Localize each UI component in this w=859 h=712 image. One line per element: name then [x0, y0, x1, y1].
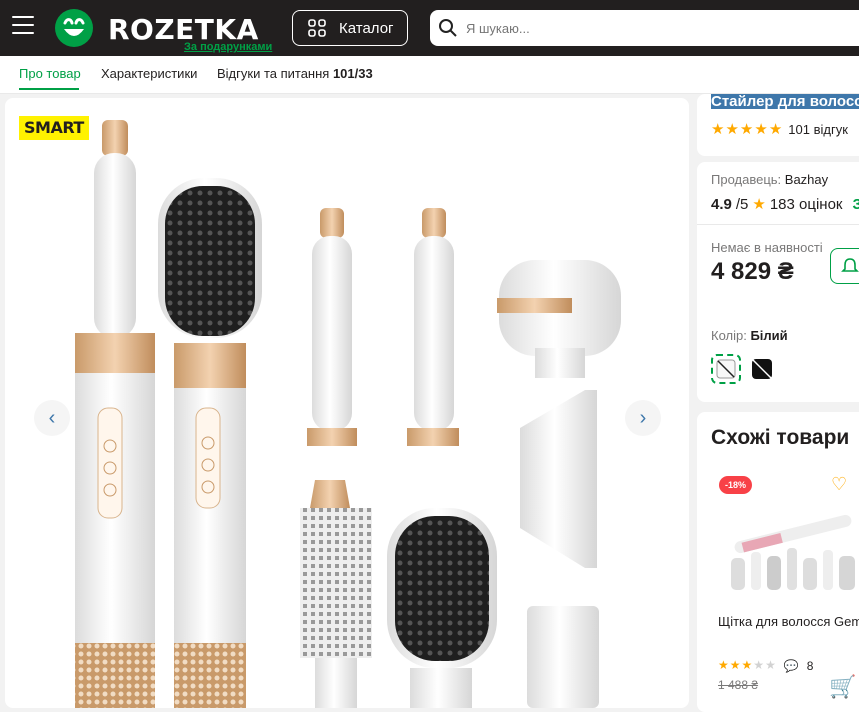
star-icon: ★ [754, 121, 768, 138]
prev-image-button[interactable]: ‹ [34, 400, 70, 436]
seller-name[interactable]: Bazhay [785, 172, 828, 187]
catalog-button[interactable]: Каталог [292, 10, 408, 46]
menu-icon[interactable] [12, 16, 34, 36]
color-card: Колір: Білий [697, 308, 859, 402]
star-icon: ★ [765, 658, 776, 672]
star-icon: ★ [753, 658, 765, 672]
logo-icon[interactable] [55, 9, 93, 47]
availability-status: Немає в наявності [711, 240, 823, 255]
star-icon: ★ [752, 196, 766, 213]
color-label: Колір: [711, 328, 751, 343]
cart-icon[interactable]: 🛒 [829, 674, 856, 700]
search-input[interactable] [466, 20, 846, 36]
product-price: 4 829 ₴ [711, 258, 794, 285]
heart-icon[interactable]: ♡ [831, 474, 847, 495]
color-swatch-white[interactable] [711, 354, 741, 384]
product-title: Стайлер для волосся [711, 94, 859, 109]
chevron-right-icon: › [639, 406, 647, 429]
reviews-link[interactable]: 101 відгук [788, 122, 848, 137]
catalog-label: Каталог [339, 19, 394, 37]
seller-rating-max: /5 [735, 196, 749, 213]
chevron-left-icon: ‹ [48, 406, 56, 429]
similar-products-card: Схожі товари -18% ♡ Щітка для волосся Ge… [697, 412, 859, 712]
similar-reviews-count: 8 [806, 658, 814, 673]
similar-title: Схожі товари [711, 426, 850, 449]
tab-about[interactable]: Про товар [19, 66, 81, 81]
grid-icon [308, 19, 326, 37]
next-image-button[interactable]: › [625, 400, 661, 436]
color-swatch-black[interactable] [747, 354, 777, 384]
product-gallery: SMART ‹ › [5, 98, 689, 708]
seller-extra: З [852, 196, 859, 213]
similar-rating-stars: ★ ★ ★ ★ ★ [718, 658, 776, 673]
top-header: ROZETKA За подарунками Каталог [0, 0, 859, 56]
bell-icon [841, 258, 859, 272]
similar-product-image[interactable] [723, 500, 859, 592]
search-bar[interactable] [430, 10, 859, 46]
tab-reviews-count: 101/33 [332, 66, 373, 81]
seller-rating: 4.9 [711, 196, 732, 213]
discount-badge: -18% [719, 476, 753, 494]
similar-product-name[interactable]: Щітка для волосся Gemei GM-4836 7 в 1... [718, 612, 859, 631]
star-icon: ★ [725, 121, 739, 138]
divider [697, 224, 859, 225]
seller-label: Продавець: [711, 172, 785, 187]
color-value: Білий [750, 328, 788, 343]
product-title-card: Стайлер для волосся ★ ★ ★ ★ ★ 101 відгук [697, 94, 859, 156]
star-icon: ★ [739, 121, 754, 138]
logo-subtitle-link[interactable]: За подарунками [184, 41, 272, 53]
star-icon: ★ [768, 121, 783, 138]
rating-stars: ★ ★ ★ ★ ★ [711, 122, 782, 137]
notify-button[interactable] [830, 248, 859, 284]
product-image[interactable] [5, 98, 689, 708]
search-icon [439, 19, 457, 37]
tab-characteristics[interactable]: Характеристики [101, 66, 197, 81]
star-icon: ★ [711, 121, 725, 138]
comment-icon: 💬 [783, 658, 799, 673]
star-icon: ★ [718, 658, 729, 672]
product-tabs: Про товар Характеристики Відгуки та пита… [0, 56, 859, 94]
seller-line: Продавець: Bazhay [711, 172, 828, 187]
star-icon: ★ [729, 658, 741, 672]
similar-old-price: 1 488 ₴ [718, 678, 759, 692]
tab-reviews[interactable]: Відгуки та питання 101/33 [217, 66, 373, 81]
color-line: Колір: Білий [711, 328, 788, 343]
seller-ratings-count[interactable]: 183 оцінок [770, 196, 843, 213]
seller-card: Продавець: Bazhay 4.9/5 ★ 183 оцінок З Н… [697, 162, 859, 322]
star-icon: ★ [741, 658, 753, 672]
active-tab-indicator [19, 88, 79, 90]
tab-reviews-label: Відгуки та питання [217, 66, 333, 81]
